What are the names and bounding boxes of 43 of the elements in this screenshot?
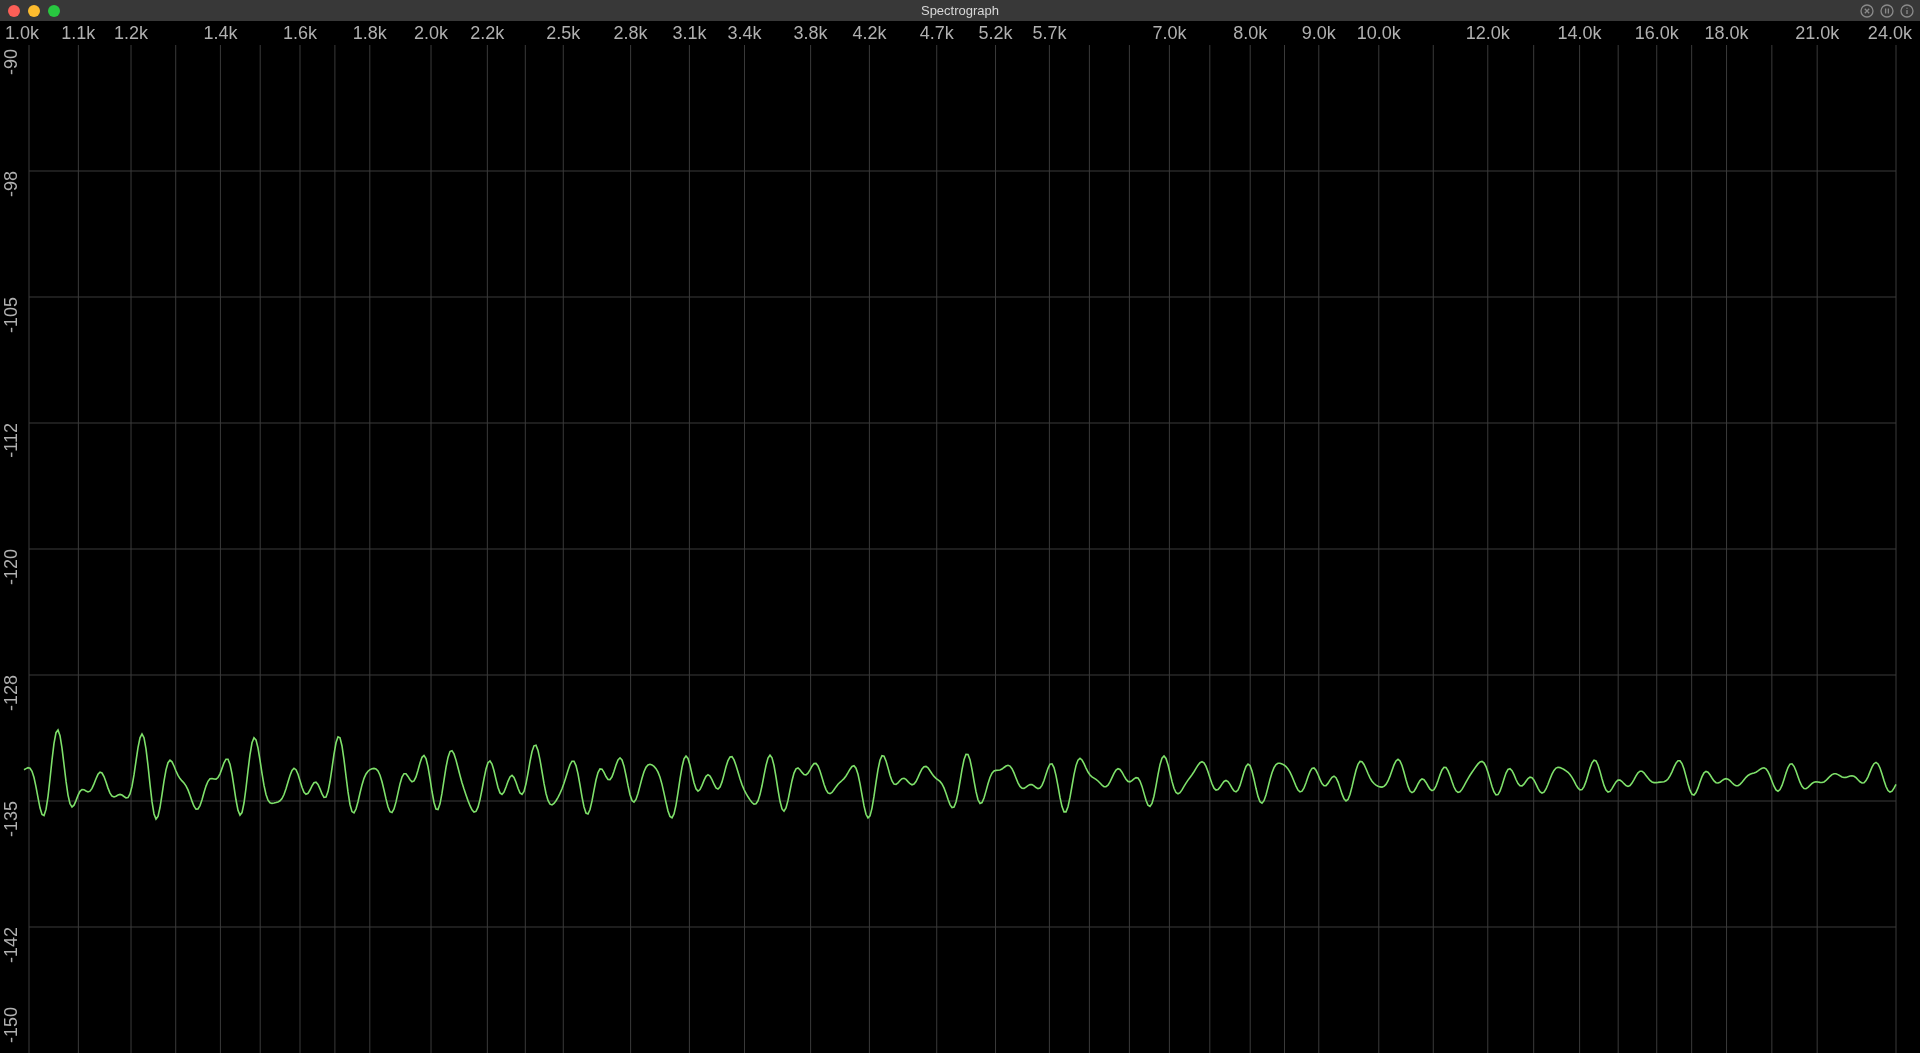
frequency-label: 9.0k: [1301, 23, 1336, 44]
zoom-window-button[interactable]: [48, 4, 60, 17]
frequency-label: 2.8k: [613, 23, 648, 44]
frequency-label: 16.0k: [1634, 23, 1679, 44]
minimize-window-button[interactable]: [28, 4, 40, 17]
level-label: -128: [0, 675, 22, 712]
level-label: -98: [0, 171, 22, 197]
frequency-label: 18.0k: [1704, 23, 1749, 44]
frequency-label: 5.2k: [978, 23, 1013, 44]
close-window-button[interactable]: [8, 4, 20, 17]
frequency-label: 4.2k: [852, 23, 887, 44]
frequency-label: 4.7k: [919, 23, 954, 44]
frequency-label: 2.0k: [414, 23, 449, 44]
level-label: -112: [0, 423, 22, 458]
frequency-label: 7.0k: [1152, 23, 1187, 44]
frequency-label: 1.0k: [5, 23, 40, 44]
level-label: -120: [0, 549, 22, 586]
frequency-label: 3.8k: [793, 23, 828, 44]
frequency-label: 1.4k: [203, 23, 238, 44]
level-label: -142: [0, 927, 22, 964]
info-icon[interactable]: [1900, 3, 1914, 18]
frequency-label: 5.7k: [1032, 23, 1067, 44]
frequency-label: 12.0k: [1465, 23, 1510, 44]
level-label: -135: [0, 801, 22, 838]
frequency-label: 1.1k: [61, 23, 96, 44]
frequency-label: 2.5k: [546, 23, 581, 44]
window-title: Spectrograph: [920, 3, 1000, 18]
close-icon[interactable]: [1860, 3, 1874, 18]
frequency-label: 2.2k: [470, 23, 505, 44]
level-label: -90: [0, 49, 22, 75]
frequency-label: 21.0k: [1795, 23, 1840, 44]
frequency-label: 10.0k: [1356, 23, 1401, 44]
level-label: -150: [0, 1007, 22, 1044]
frequency-label: 24.0k: [1867, 23, 1912, 44]
frequency-label: 3.4k: [727, 23, 762, 44]
frequency-label: 1.2k: [114, 23, 149, 44]
pause-icon[interactable]: [1880, 3, 1894, 18]
level-label: -105: [0, 297, 22, 334]
frequency-label: 1.6k: [283, 23, 317, 44]
frequency-label: 3.1k: [672, 23, 707, 44]
frequency-label: 14.0k: [1557, 23, 1602, 44]
frequency-label: 1.8k: [352, 23, 387, 44]
frequency-label: 8.0k: [1233, 23, 1268, 44]
